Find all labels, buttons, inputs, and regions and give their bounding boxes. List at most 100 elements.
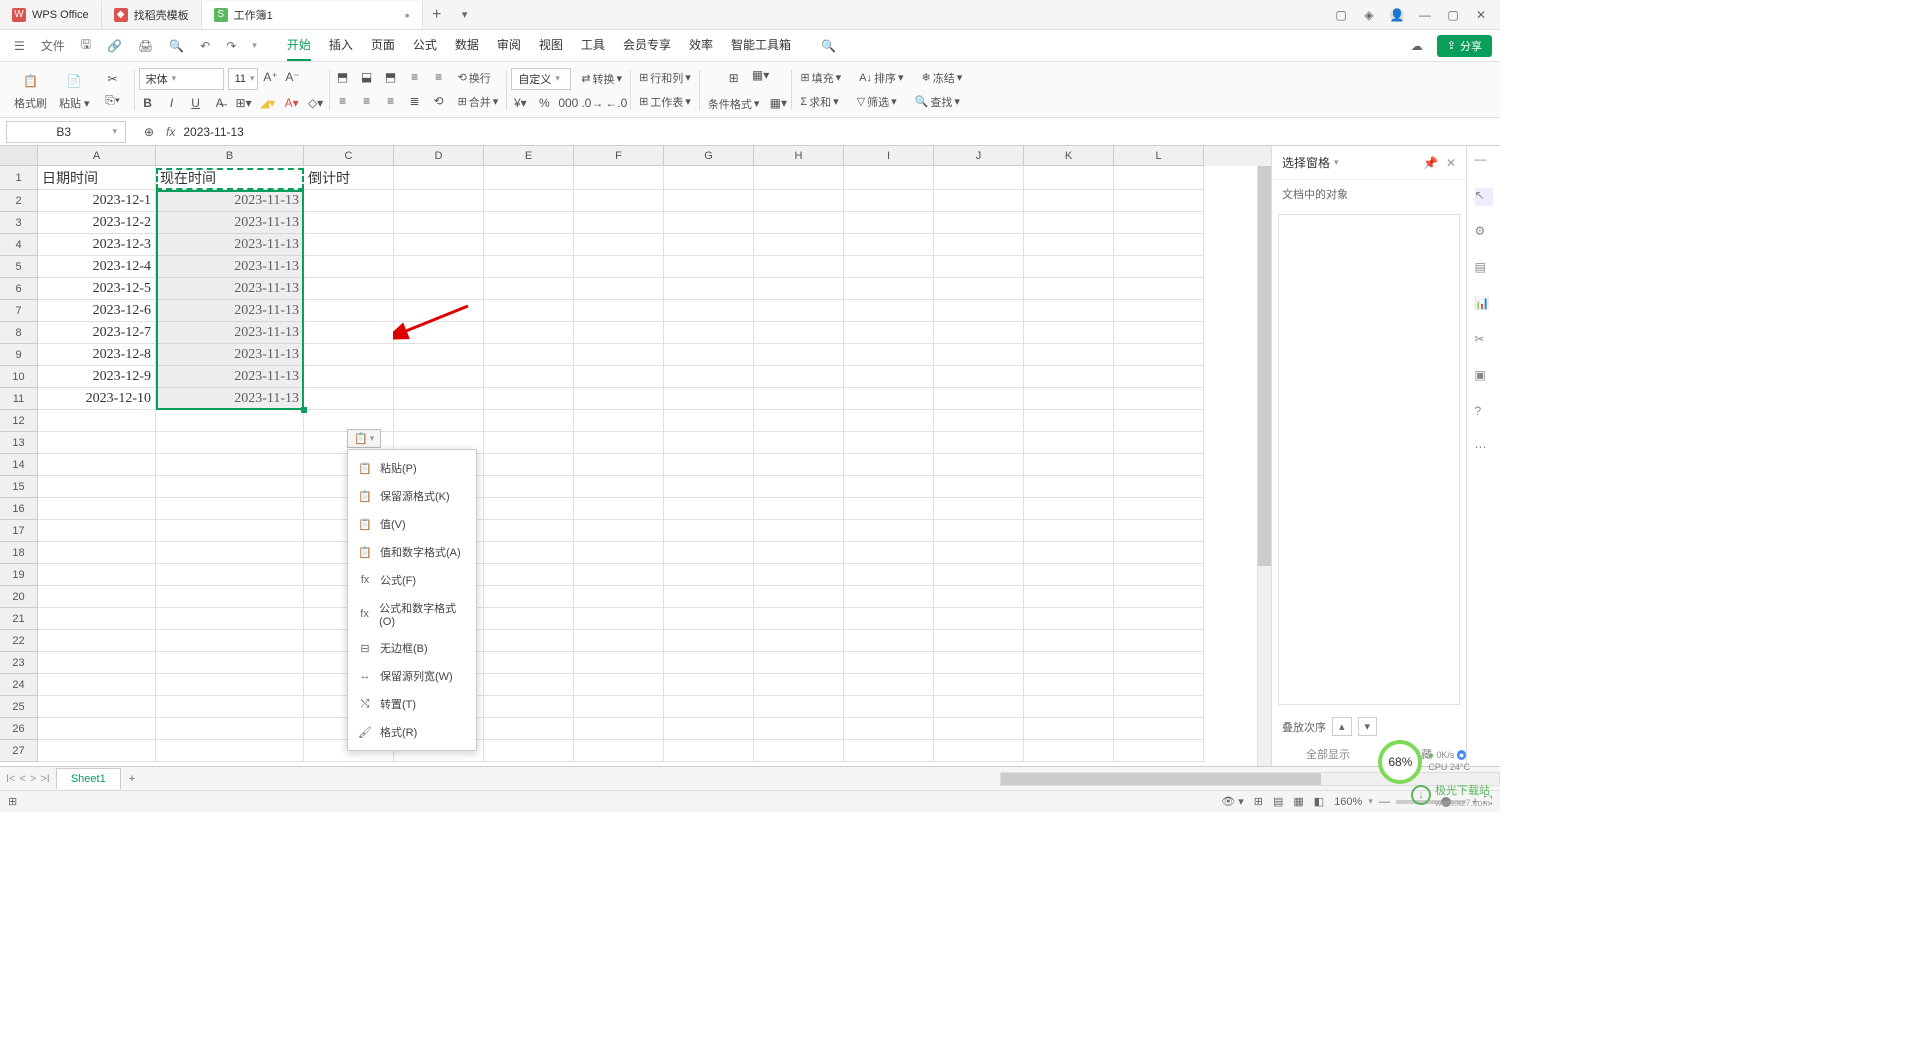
settings-icon[interactable]: ⚙ [1475,224,1493,242]
cell[interactable] [574,410,664,432]
select-all-corner[interactable] [0,146,38,166]
cell[interactable] [1114,740,1204,762]
cell[interactable] [754,454,844,476]
cut-icon[interactable]: ✂ [104,70,122,88]
col-header[interactable]: K [1024,146,1114,166]
cell[interactable] [1024,652,1114,674]
cell[interactable] [484,322,574,344]
format-icon[interactable]: ▦▾ [769,94,787,112]
cell[interactable] [1114,190,1204,212]
row-header[interactable]: 9 [0,344,38,366]
cell[interactable] [1114,388,1204,410]
cell[interactable]: 2023-12-6 [38,300,156,322]
cell[interactable] [394,166,484,190]
cell[interactable] [156,696,304,718]
cell[interactable] [1024,388,1114,410]
col-header[interactable]: A [38,146,156,166]
freeze-button[interactable]: ❄ 冻结 ▾ [917,68,966,88]
tab-formula[interactable]: 公式 [413,30,437,61]
cell[interactable] [664,212,754,234]
cell[interactable] [484,166,574,190]
menu-formula[interactable]: fx公式(F) [348,566,476,594]
more-icon[interactable]: ⋯ [1475,440,1493,458]
performance-gauge[interactable]: 68% ● 0K/s ● CPU 24°C [1378,740,1470,784]
maximize-button[interactable]: ▢ [1446,8,1460,22]
help-icon[interactable]: ? [1475,404,1493,422]
template-tab[interactable]: ◆ 找稻壳模板 [102,1,202,29]
cell[interactable] [484,432,574,454]
dec-dec-icon[interactable]: ←.0 [607,94,625,112]
cell[interactable] [1114,542,1204,564]
cell[interactable]: 2023-12-7 [38,322,156,344]
avatar-icon[interactable]: 👤 [1390,8,1404,22]
cube-icon[interactable]: ◈ [1362,8,1376,22]
cell[interactable] [1114,476,1204,498]
cell[interactable] [394,212,484,234]
new-tab-button[interactable]: + [423,6,451,24]
cell[interactable] [844,696,934,718]
cell[interactable] [1024,630,1114,652]
cell[interactable] [38,542,156,564]
cell[interactable] [38,454,156,476]
menu-keep-source-format[interactable]: 📋保留源格式(K) [348,482,476,510]
font-size-select[interactable]: 11▾ [228,68,258,90]
indent-inc-icon[interactable]: ≡ [430,68,448,86]
cell[interactable] [754,366,844,388]
cell[interactable] [304,388,394,410]
cell[interactable] [934,344,1024,366]
cell[interactable] [304,190,394,212]
cell[interactable] [1024,344,1114,366]
row-header[interactable]: 23 [0,652,38,674]
eye-icon[interactable]: 👁 ▾ [1221,795,1244,808]
cell[interactable] [156,718,304,740]
cell[interactable] [1024,300,1114,322]
cell[interactable] [304,300,394,322]
menu-formula-number-format[interactable]: fx公式和数字格式(O) [348,594,476,634]
filter-button[interactable]: ▽ 筛选 ▾ [853,92,901,112]
cell[interactable] [664,256,754,278]
cell[interactable] [934,278,1024,300]
cell[interactable] [38,520,156,542]
cell[interactable]: 2023-11-13 [156,388,304,410]
menu-icon[interactable]: ☰ [8,35,31,57]
cell[interactable] [38,652,156,674]
cell[interactable] [574,388,664,410]
cell[interactable] [1024,166,1114,190]
cell[interactable] [934,454,1024,476]
cond-format-button[interactable]: 条件格式 ▾ [704,94,764,114]
cell[interactable] [484,718,574,740]
cell[interactable] [484,586,574,608]
align-right-icon[interactable]: ≡ [382,92,400,110]
cell[interactable] [844,608,934,630]
cell[interactable] [754,542,844,564]
share-button[interactable]: ⇪分享 [1437,35,1492,57]
rowcol-button[interactable]: ⊞ 行和列 ▾ [635,68,695,88]
vertical-scrollbar[interactable] [1257,166,1271,766]
undo-dropdown[interactable]: ▾ [246,36,263,55]
cell[interactable] [574,564,664,586]
status-mode-icon[interactable]: ⊞ [8,795,17,808]
font-color-icon[interactable]: A▾ [283,94,301,112]
merge-button[interactable]: ⊞ 合并 ▾ [454,92,503,112]
cell[interactable] [844,278,934,300]
cell[interactable] [754,498,844,520]
row-header[interactable]: 1 [0,166,38,190]
panel-icon[interactable]: ▢ [1334,8,1348,22]
cell[interactable] [1024,454,1114,476]
cell[interactable]: 2023-12-5 [38,278,156,300]
cell[interactable] [1114,212,1204,234]
tab-efficiency[interactable]: 效率 [689,30,713,61]
cell[interactable]: 2023-11-13 [156,190,304,212]
minimize-button[interactable]: — [1418,8,1432,22]
cell[interactable] [574,300,664,322]
cell[interactable] [574,432,664,454]
font-name-select[interactable]: 宋体▾ [139,68,224,90]
cell[interactable] [484,454,574,476]
last-sheet-icon[interactable]: >I [40,773,49,785]
paste-label[interactable]: 粘贴 ▾ [59,95,90,111]
cell[interactable] [484,498,574,520]
cell[interactable] [754,718,844,740]
cell[interactable] [574,718,664,740]
cell[interactable] [934,212,1024,234]
cell[interactable] [394,388,484,410]
